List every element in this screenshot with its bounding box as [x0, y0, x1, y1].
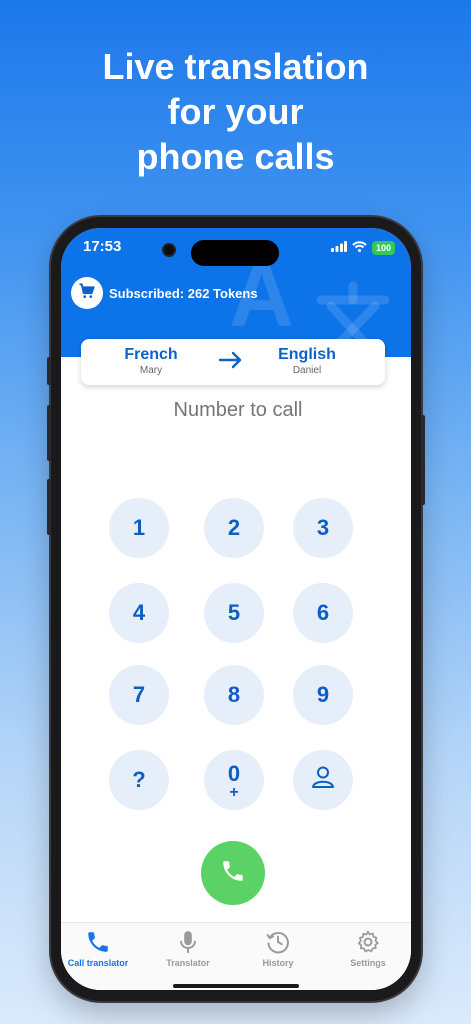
key-0-plus: +	[229, 784, 239, 801]
source-language[interactable]: French Mary	[101, 345, 201, 378]
source-person: Mary	[139, 365, 163, 376]
tab-call-translator-label: Call translator	[67, 958, 129, 968]
signal-icon	[330, 239, 347, 257]
tab-history-label: History	[262, 958, 294, 968]
key-help[interactable]: ?	[109, 750, 169, 810]
headline-line-3: phone calls	[136, 136, 335, 177]
front-camera	[164, 245, 174, 255]
tab-translator[interactable]: Translator	[145, 929, 231, 968]
target-person: Daniel	[292, 365, 322, 376]
headline-line-2: for your	[167, 91, 304, 132]
history-icon	[235, 929, 321, 955]
language-selector: French Mary English Daniel	[81, 339, 385, 385]
contacts-button[interactable]	[293, 750, 353, 810]
tab-settings[interactable]: Settings	[325, 929, 411, 968]
subscription-row: Subscribed: 262 Tokens	[71, 277, 258, 309]
home-indicator	[173, 984, 299, 988]
phone-icon	[220, 858, 246, 889]
source-language-name: French	[124, 346, 178, 363]
marketing-headline: Live translation for your phone calls	[0, 44, 471, 179]
key-2[interactable]: 2	[204, 498, 264, 558]
cart-icon	[78, 282, 96, 305]
status-time: 17:53	[83, 238, 122, 255]
cart-button[interactable]	[71, 277, 103, 309]
gear-icon	[325, 929, 411, 955]
key-6[interactable]: 6	[293, 583, 353, 643]
key-7[interactable]: 7	[109, 665, 169, 725]
power-button	[421, 415, 425, 505]
tab-call-translator[interactable]: Call translator	[61, 929, 141, 968]
mute-switch	[47, 357, 51, 385]
tab-translator-label: Translator	[166, 958, 210, 968]
tab-settings-label: Settings	[350, 958, 386, 968]
volume-down-button	[47, 479, 51, 535]
headline-line-1: Live translation	[102, 46, 369, 87]
microphone-icon	[145, 929, 231, 955]
key-1[interactable]: 1	[109, 498, 169, 558]
subscription-status: Subscribed: 262 Tokens	[109, 285, 258, 301]
swap-arrow-icon[interactable]	[218, 351, 244, 374]
volume-up-button	[47, 405, 51, 461]
battery-icon: 100	[371, 241, 395, 255]
tab-history[interactable]: History	[235, 929, 321, 968]
dynamic-island	[191, 240, 279, 266]
key-3[interactable]: 3	[293, 498, 353, 558]
key-0[interactable]: 0 +	[204, 750, 264, 810]
status-indicators: 100	[330, 239, 395, 257]
key-5[interactable]: 5	[204, 583, 264, 643]
phone-screen: A 17:53 100 Subscribed: 262 Tokens Frenc…	[61, 228, 411, 990]
phone-frame: A 17:53 100 Subscribed: 262 Tokens Frenc…	[47, 217, 425, 1001]
number-to-call-input[interactable]	[61, 398, 411, 423]
key-9[interactable]: 9	[293, 665, 353, 725]
key-8[interactable]: 8	[204, 665, 264, 725]
app-header: A 17:53 100 Subscribed: 262 Tokens	[61, 228, 411, 357]
person-icon	[310, 764, 336, 796]
phone-icon	[61, 929, 141, 955]
target-language-name: English	[278, 346, 336, 363]
tab-bar: Call translator Translator History Setti…	[61, 922, 411, 990]
key-4[interactable]: 4	[109, 583, 169, 643]
target-language[interactable]: English Daniel	[257, 345, 357, 378]
wifi-icon	[352, 239, 367, 257]
call-button[interactable]	[201, 841, 265, 905]
